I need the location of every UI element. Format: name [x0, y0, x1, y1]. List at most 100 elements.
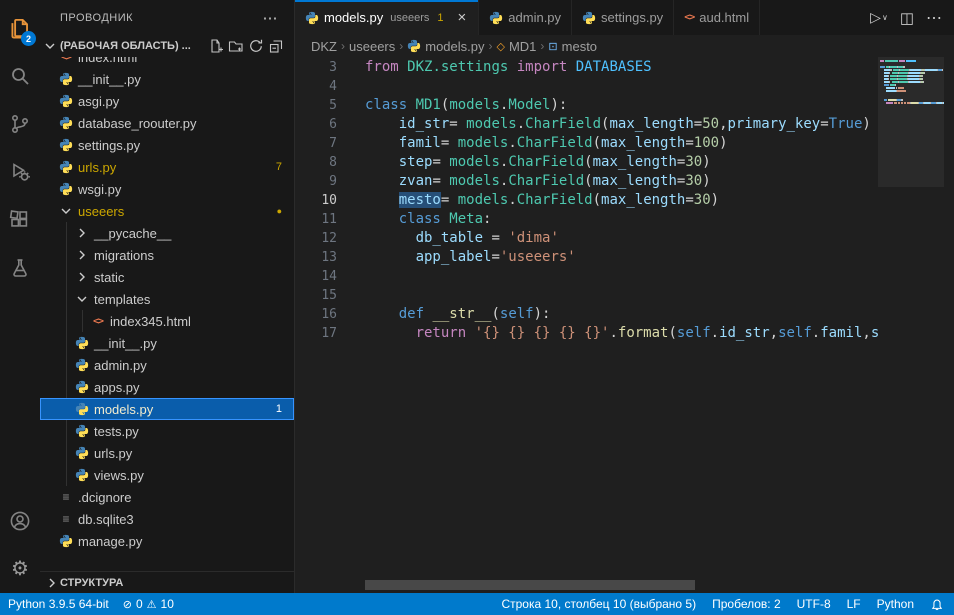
error-icon: ⊘: [123, 598, 132, 611]
code-line-16[interactable]: 16 def __str__(self):: [295, 305, 878, 324]
more-actions-icon[interactable]: ⋯: [255, 9, 287, 27]
tree-item-label: __init__.py: [94, 336, 157, 351]
problems-status[interactable]: ⊘ 0 ⚠ 10: [123, 597, 174, 611]
python-file-icon: [74, 468, 90, 482]
python-file-icon: [74, 402, 90, 416]
tree-item-label: templates: [94, 292, 150, 307]
tab-aud.html[interactable]: <>aud.html: [674, 0, 760, 35]
line-number: 16: [295, 305, 337, 324]
tree-folder-__pycache__[interactable]: __pycache__: [40, 222, 294, 244]
search-icon: [8, 64, 32, 88]
explorer-activity-button[interactable]: 2: [0, 4, 40, 52]
tree-file-db.sqlite3[interactable]: ≡db.sqlite3: [40, 508, 294, 530]
tree-file-urls.py[interactable]: urls.py: [40, 442, 294, 464]
run-button[interactable]: ▷ ∨: [870, 9, 888, 26]
tree-item-label: urls.py: [78, 160, 116, 175]
breadcrumb-item-DKZ[interactable]: DKZ: [311, 39, 337, 54]
more-actions-icon[interactable]: ⋯: [926, 8, 942, 28]
breadcrumb-item-useeers[interactable]: useeers: [349, 39, 395, 54]
code-line-5[interactable]: 5class MD1(models.Model):: [295, 96, 878, 115]
extensions-activity-button[interactable]: [0, 196, 40, 244]
testing-activity-button[interactable]: [0, 244, 40, 292]
symbol-class-icon: ◇: [497, 40, 505, 53]
tree-file-asgi.py[interactable]: asgi.py: [40, 90, 294, 112]
tree-file-settings.py[interactable]: settings.py: [40, 134, 294, 156]
html-file-icon: <>: [58, 57, 74, 63]
collapse-all-icon[interactable]: [268, 38, 284, 54]
minimap[interactable]: [878, 57, 944, 593]
cursor-position-status[interactable]: Строка 10, столбец 10 (выбрано 5): [501, 597, 696, 611]
code-line-9[interactable]: 9 zvan= models.CharField(max_length=30): [295, 172, 878, 191]
breadcrumb-item-MD1[interactable]: ◇MD1: [497, 39, 537, 54]
tree-folder-templates[interactable]: templates: [40, 288, 294, 310]
new-file-icon[interactable]: [208, 38, 224, 54]
language-mode-status[interactable]: Python: [877, 597, 914, 611]
code-line-4[interactable]: 4: [295, 77, 878, 96]
code-text: class Meta:: [365, 210, 491, 229]
tree-file-models.py[interactable]: models.py1: [40, 398, 294, 420]
settings-activity-button[interactable]: ⚙: [0, 545, 40, 593]
code-line-11[interactable]: 11 class Meta:: [295, 210, 878, 229]
workspace-header[interactable]: (РАБОЧАЯ ОБЛАСТЬ) ...: [40, 35, 294, 57]
code-line-8[interactable]: 8 step= models.CharField(max_length=30): [295, 153, 878, 172]
line-number: 6: [295, 115, 337, 134]
tree-folder-static[interactable]: static: [40, 266, 294, 288]
horizontal-scrollbar[interactable]: [365, 580, 695, 590]
code-line-12[interactable]: 12 db_table = 'dima': [295, 229, 878, 248]
sidebar: ПРОВОДНИК ⋯ (РАБОЧАЯ ОБЛАСТЬ) ...: [40, 0, 295, 593]
tree-file-__init__.py[interactable]: __init__.py: [40, 332, 294, 354]
notifications-bell[interactable]: [930, 597, 944, 611]
code-area[interactable]: 3from DKZ.settings import DATABASES45cla…: [295, 58, 878, 343]
code-line-7[interactable]: 7 famil= models.CharField(max_length=100…: [295, 134, 878, 153]
indentation-status[interactable]: Пробелов: 2: [712, 597, 781, 611]
python-file-icon: [582, 11, 596, 25]
python-file-icon: [58, 138, 74, 152]
chevron-down-icon: [58, 203, 74, 219]
tree-file-.dcignore[interactable]: ≡.dcignore: [40, 486, 294, 508]
tree-file-admin.py[interactable]: admin.py: [40, 354, 294, 376]
tree-file-wsgi.py[interactable]: wsgi.py: [40, 178, 294, 200]
code-line-13[interactable]: 13 app_label='useeers': [295, 248, 878, 267]
source-control-activity-button[interactable]: [0, 100, 40, 148]
tree-file-tests.py[interactable]: tests.py: [40, 420, 294, 442]
tab-admin.py[interactable]: admin.py: [479, 0, 572, 35]
breadcrumb-item-models.py[interactable]: models.py: [407, 39, 484, 54]
eol-status[interactable]: LF: [847, 597, 861, 611]
code-line-3[interactable]: 3from DKZ.settings import DATABASES: [295, 58, 878, 77]
new-folder-icon[interactable]: [228, 38, 244, 54]
tree-item-label: urls.py: [94, 446, 132, 461]
split-editor-icon[interactable]: ◫: [900, 9, 914, 27]
tree-file-__init__.py[interactable]: __init__.py: [40, 68, 294, 90]
tree-folder-migrations[interactable]: migrations: [40, 244, 294, 266]
code-text: id_str= models.CharField(max_length=50,p…: [365, 115, 871, 134]
tree-file-views.py[interactable]: views.py: [40, 464, 294, 486]
tree-file-index.html[interactable]: <>index.html: [40, 57, 294, 68]
tab-label: settings.py: [601, 10, 663, 25]
tree-file-apps.py[interactable]: apps.py: [40, 376, 294, 398]
run-debug-activity-button[interactable]: [0, 148, 40, 196]
close-icon[interactable]: ×: [456, 10, 469, 25]
tree-file-database_roouter.py[interactable]: database_roouter.py: [40, 112, 294, 134]
python-interpreter-status[interactable]: Python 3.9.5 64-bit: [8, 597, 109, 611]
tree-file-manage.py[interactable]: manage.py: [40, 530, 294, 552]
tab-settings.py[interactable]: settings.py: [572, 0, 674, 35]
line-number: 9: [295, 172, 337, 191]
beaker-icon: [8, 256, 32, 280]
code-line-6[interactable]: 6 id_str= models.CharField(max_length=50…: [295, 115, 878, 134]
code-line-10[interactable]: 10 mesto= models.CharField(max_length=30…: [295, 191, 878, 210]
breadcrumb-separator: ›: [489, 39, 493, 53]
encoding-status[interactable]: UTF-8: [797, 597, 831, 611]
breadcrumb-item-mesto[interactable]: ⊡mesto: [548, 39, 597, 54]
refresh-icon[interactable]: [248, 38, 264, 54]
code-line-15[interactable]: 15: [295, 286, 878, 305]
account-activity-button[interactable]: [0, 497, 40, 545]
code-line-17[interactable]: 17 return '{} {} {} {} {}'.format(self.i…: [295, 324, 878, 343]
tab-models.py[interactable]: models.pyuseeers1×: [295, 0, 479, 35]
code-text: class MD1(models.Model):: [365, 96, 567, 115]
tree-file-index345.html[interactable]: <>index345.html: [40, 310, 294, 332]
outline-section-header[interactable]: СТРУКТУРА: [40, 571, 294, 593]
tree-file-urls.py[interactable]: urls.py7: [40, 156, 294, 178]
tree-folder-useeers[interactable]: useeers●: [40, 200, 294, 222]
code-line-14[interactable]: 14: [295, 267, 878, 286]
search-activity-button[interactable]: [0, 52, 40, 100]
